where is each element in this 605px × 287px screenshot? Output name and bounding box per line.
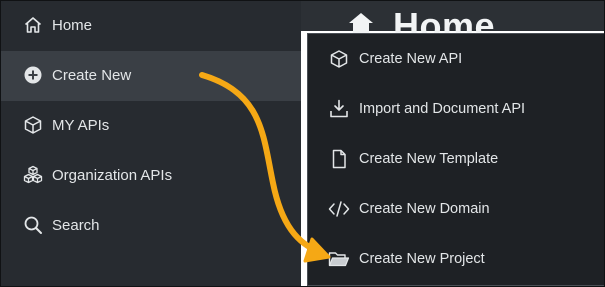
app-window: Home Create New MY APIs Organization API… (0, 0, 605, 287)
sidebar-item-my-apis[interactable]: MY APIs (1, 101, 301, 151)
sidebar-item-label: Organization APIs (52, 167, 173, 184)
code-icon (328, 198, 350, 220)
cubes-icon (23, 165, 43, 185)
file-icon (328, 148, 350, 170)
menu-item-label: Create New API (359, 51, 463, 67)
cube-icon (23, 115, 43, 135)
sidebar-item-home[interactable]: Home (1, 1, 301, 51)
sidebar-item-label: Create New (52, 67, 132, 84)
sidebar: Home Create New MY APIs Organization API… (1, 1, 301, 286)
plus-circle-icon (23, 65, 43, 85)
import-icon (328, 98, 350, 120)
menu-item-import-document-api[interactable]: Import and Document API (308, 84, 604, 134)
search-icon (23, 215, 43, 235)
sidebar-item-search[interactable]: Search (1, 201, 301, 251)
sidebar-item-label: Search (52, 217, 100, 234)
menu-item-create-new-api[interactable]: Create New API (308, 34, 604, 84)
menu-item-create-new-project[interactable]: Create New Project (308, 234, 604, 284)
sidebar-item-label: MY APIs (52, 117, 110, 134)
menu-item-label: Create New Project (359, 251, 485, 267)
sidebar-item-create-new[interactable]: Create New (1, 51, 301, 101)
menu-item-create-new-template[interactable]: Create New Template (308, 134, 604, 184)
page-header: Home (301, 1, 604, 46)
menu-item-label: Create New Template (359, 151, 499, 167)
sidebar-item-label: Home (52, 17, 93, 34)
folder-open-icon (328, 248, 350, 270)
menu-item-label: Create New Domain (359, 201, 490, 217)
menu-item-create-new-domain[interactable]: Create New Domain (308, 184, 604, 234)
cube-icon (328, 48, 350, 70)
home-icon (23, 15, 43, 35)
create-new-dropdown-menu: Create New API Import and Document API C… (307, 33, 604, 286)
sidebar-item-organization-apis[interactable]: Organization APIs (1, 151, 301, 201)
menu-item-label: Import and Document API (359, 101, 526, 117)
